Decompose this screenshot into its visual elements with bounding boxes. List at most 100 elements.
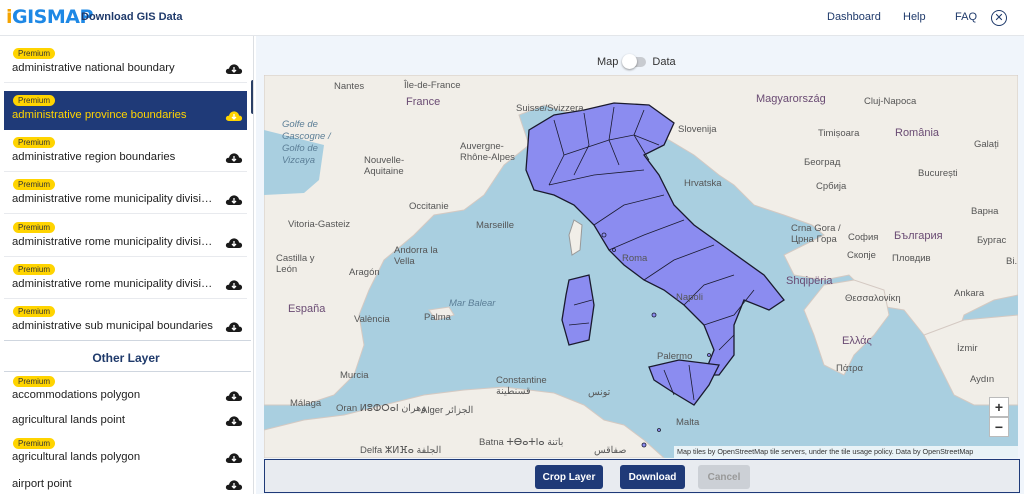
- map-label: Београд: [804, 157, 841, 168]
- page-title: Download GIS Data: [81, 11, 183, 23]
- cloud-download-icon[interactable]: [225, 109, 243, 121]
- premium-badge: Premium: [13, 264, 56, 275]
- cloud-download-icon[interactable]: [225, 320, 243, 332]
- layer-item[interactable]: Premium administrative national boundary: [4, 44, 247, 83]
- map-label: Marseille: [476, 220, 515, 231]
- map-label: صفاقس: [594, 445, 627, 456]
- map-label: Aydın: [970, 374, 995, 385]
- crop-layer-button[interactable]: Crop Layer: [535, 465, 603, 489]
- map-label: Delfa ⵣⵍⴼⴰ الجلفة: [360, 445, 442, 456]
- layer-item[interactable]: Premium administrative rome municipality …: [4, 260, 247, 299]
- sidebar-scrollbar[interactable]: [251, 80, 253, 114]
- italy-sicily: [648, 359, 720, 406]
- map-label: Magyarország: [756, 93, 826, 105]
- layer-name: administrative province boundaries: [12, 109, 187, 121]
- map-label: România: [895, 127, 940, 139]
- italy-sardinia: [561, 274, 595, 346]
- gismap-logo[interactable]: i GISMAP: [6, 5, 93, 29]
- layer-item[interactable]: Premium administrative rome municipality …: [4, 218, 247, 257]
- map-label: Cluj-Napoca: [864, 96, 917, 107]
- land-corsica: [568, 219, 583, 256]
- premium-badge: Premium: [13, 438, 56, 449]
- toggle-label-data: Data: [652, 56, 676, 68]
- map-attribution: Map tiles by OpenStreetMap tile servers,…: [674, 446, 1018, 458]
- layer-item[interactable]: Premium administrative rome municipality …: [4, 175, 247, 214]
- nav-dashboard[interactable]: Dashboard: [827, 11, 881, 23]
- toggle-switch[interactable]: [622, 54, 647, 69]
- map-label: Варна: [971, 206, 999, 217]
- premium-badge: Premium: [13, 376, 56, 387]
- map-label: София: [848, 232, 879, 243]
- top-header: i GISMAP Download GIS Data Dashboard Help…: [0, 0, 1024, 36]
- cancel-button[interactable]: Cancel: [698, 465, 750, 489]
- map-label: Murcia: [340, 370, 369, 381]
- map-label: Golfe de Gascogne / Golfo de Vizcaya: [282, 119, 331, 166]
- map-label: Nantes: [334, 81, 365, 92]
- other-layer-item[interactable]: Premium agricultural lands polygon: [4, 438, 247, 468]
- view-toggle[interactable]: Map Data: [597, 54, 676, 69]
- section-divider: [4, 371, 251, 372]
- toggle-knob: [622, 54, 638, 69]
- layer-item[interactable]: Premium administrative region boundaries: [4, 133, 247, 172]
- layer-name: administrative region boundaries: [12, 151, 176, 163]
- map-label: Србија: [816, 181, 847, 192]
- cloud-download-icon[interactable]: [225, 62, 243, 74]
- map-label: Aragón: [349, 267, 380, 278]
- zoom-in-button[interactable]: +: [989, 397, 1009, 417]
- map-label: Auvergne-Rhône-Alpes: [460, 141, 515, 163]
- map-label: Ελλάς: [842, 335, 872, 347]
- map-label: España: [288, 303, 326, 315]
- other-layer-item[interactable]: Premium accommodations polygon: [4, 376, 247, 406]
- layer-name: administrative rome municipality divisio…: [12, 236, 217, 248]
- map-label: Скопје: [847, 250, 876, 261]
- map-label: Mar Balear: [449, 298, 496, 309]
- map-label: Nouvelle-Aquitaine: [364, 155, 405, 177]
- section-divider: [4, 340, 251, 341]
- map-label: Galați: [974, 139, 999, 150]
- map-label: Île-de-France: [404, 80, 461, 91]
- other-layer-item[interactable]: airport point: [4, 472, 247, 494]
- cloud-download-icon[interactable]: [225, 451, 243, 463]
- map-label: București: [918, 168, 958, 179]
- premium-badge: Premium: [13, 137, 56, 148]
- map-label: تونس: [588, 387, 611, 398]
- map-label: Castilla y León: [276, 253, 315, 275]
- layer-sidebar: Premium administrative national boundary P…: [0, 36, 254, 494]
- premium-badge: Premium: [13, 95, 56, 106]
- cloud-download-icon[interactable]: [225, 151, 243, 163]
- nav-help[interactable]: Help: [903, 11, 926, 23]
- map-label: Πάτρα: [836, 363, 864, 374]
- other-layer-title: Other Layer: [92, 351, 160, 365]
- cloud-download-icon[interactable]: [225, 478, 243, 490]
- other-layer-item[interactable]: agricultural lands point: [4, 408, 247, 438]
- map-label: Occitanie: [409, 201, 449, 212]
- layer-name: administrative national boundary: [12, 62, 175, 74]
- download-button[interactable]: Download: [620, 465, 685, 489]
- cloud-download-icon[interactable]: [225, 389, 243, 401]
- map-label: Suisse/Svizzera: [516, 103, 584, 114]
- map-label: Oran ⵍⵓⵀⵔⴰⵏ وهران: [336, 403, 426, 414]
- layer-name: airport point: [12, 478, 72, 490]
- toggle-label-map: Map: [597, 56, 619, 68]
- map-label: Shqipëria: [786, 275, 833, 287]
- layer-name: accommodations polygon: [12, 389, 141, 401]
- cloud-download-icon[interactable]: [225, 193, 243, 205]
- cloud-download-icon[interactable]: [225, 236, 243, 248]
- nav-faq[interactable]: FAQ: [955, 11, 977, 23]
- layer-name: agricultural lands point: [12, 414, 126, 426]
- layer-item[interactable]: Premium administrative sub municipal boun…: [4, 302, 247, 341]
- map-label: Timișoara: [818, 128, 860, 139]
- map-label: Málaga: [290, 398, 322, 409]
- map-label: Constantine قسنطينة: [496, 375, 547, 397]
- cloud-download-icon[interactable]: [225, 414, 243, 426]
- close-icon[interactable]: ✕: [991, 10, 1007, 26]
- layer-item[interactable]: Premium administrative province boundarie…: [4, 91, 247, 130]
- layer-name: administrative rome municipality divisio…: [12, 278, 217, 290]
- map-canvas[interactable]: Nantes Île-de-France France Golfe de Gas…: [264, 75, 1018, 458]
- zoom-out-button[interactable]: −: [989, 417, 1009, 437]
- map-label: Andorra la Vella: [394, 245, 438, 267]
- cloud-download-icon[interactable]: [225, 278, 243, 290]
- map-label: България: [894, 230, 943, 242]
- map-label: València: [354, 314, 390, 325]
- map-label: Vitoria-Gasteiz: [288, 219, 351, 230]
